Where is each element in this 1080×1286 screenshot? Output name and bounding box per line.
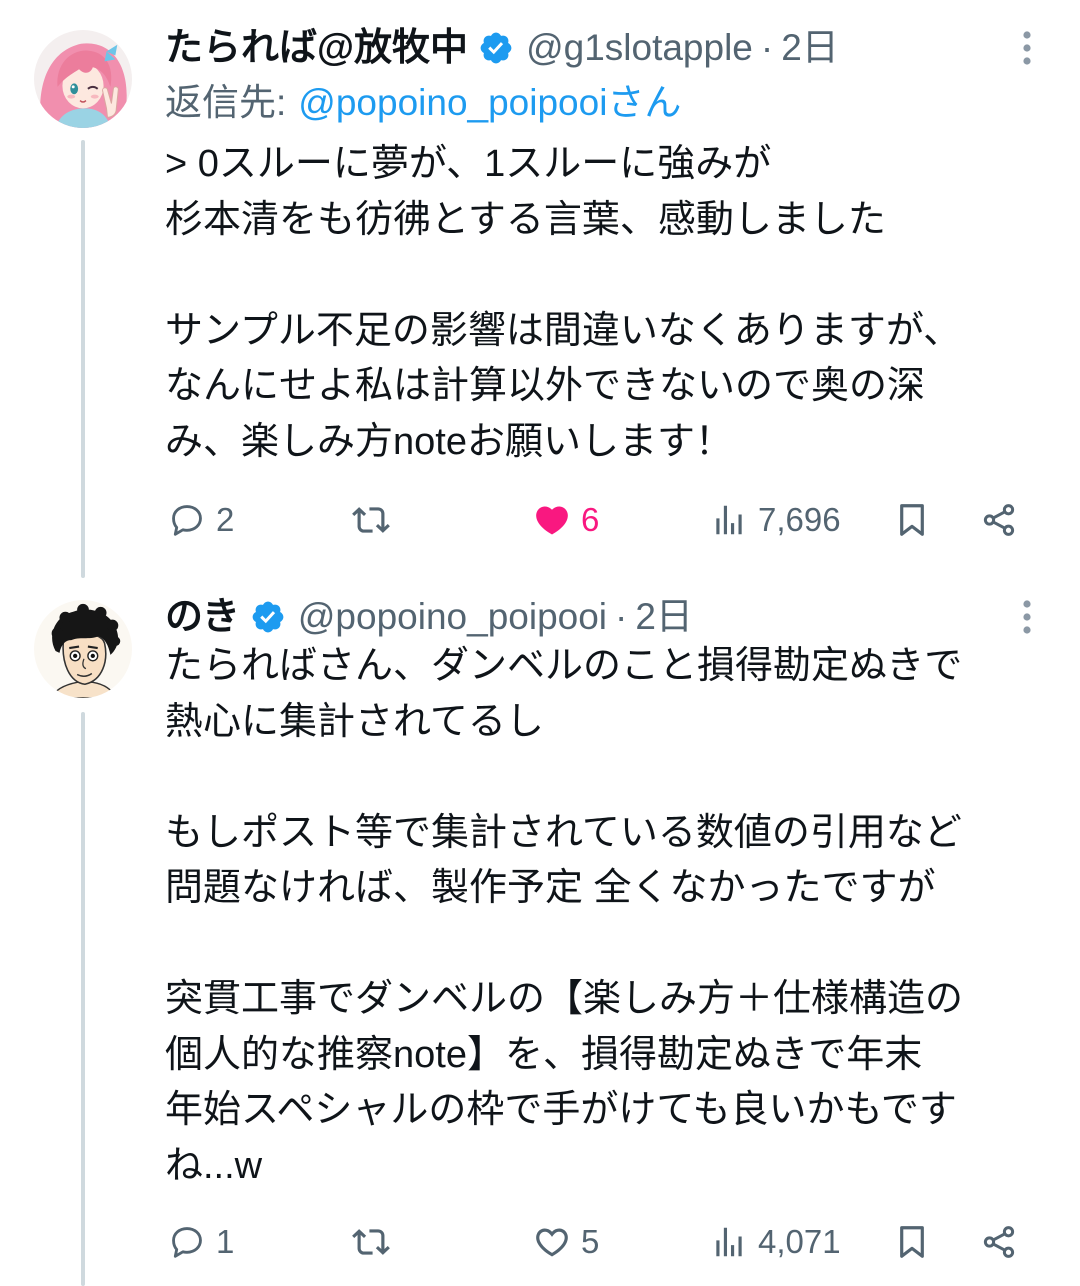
avatar[interactable] (34, 600, 132, 698)
tweet-actions: 2 6 7,696 (0, 494, 1080, 546)
text-line: ね...w (165, 1144, 263, 1187)
repost-button[interactable] (352, 494, 390, 546)
text-line: サンプル不足の影響は間違いなくありますが、 (165, 309, 962, 352)
share-icon (983, 1226, 1015, 1258)
like-button[interactable]: 5 (533, 1216, 599, 1268)
reply-count: 1 (216, 1223, 235, 1260)
tweet-paragraph: > 0スルーに夢が、1スルーに強みが 杉本清をも彷彿とする言葉、感動しました (165, 137, 1055, 248)
views-count: 7,696 (758, 501, 841, 538)
share-button[interactable] (980, 1216, 1018, 1268)
replying-to-handle-link[interactable]: @popoino_poipooiさん (298, 74, 681, 132)
tweet-text: > 0スルーに夢が、1スルーに強みが 杉本清をも彷彿とする言葉、感動しました サ… (165, 137, 1055, 470)
meta-separator: · (615, 596, 628, 637)
verified-badge-icon (480, 32, 512, 64)
bookmark-button[interactable] (893, 494, 931, 546)
more-vertical-icon (1023, 31, 1031, 65)
repost-icon (352, 1229, 390, 1255)
text-line: 杉本清をも彷彿とする言葉、感動しました (165, 198, 886, 241)
reply-button[interactable]: 2 (168, 494, 234, 546)
reply-count: 2 (216, 501, 235, 538)
timestamp[interactable]: 2日 (635, 587, 693, 647)
bookmark-icon (900, 1226, 924, 1258)
timestamp[interactable]: 2日 (781, 18, 839, 78)
tweet-paragraph: サンプル不足の影響は間違いなくありますが、 なんにせよ私は計算以外できないので奥… (165, 304, 1055, 471)
tweet-header: のき @popoino_poipooi · 2日 (165, 587, 995, 647)
tweet: たられば@放牧中 @g1slotapple · 2日 返信先: @popoino… (0, 0, 1080, 578)
tweet-text: たらればさん、ダンベルのこと損得勘定ぬきで 熱心に集計されてるし もしポスト等で… (165, 639, 1055, 1194)
like-count: 6 (581, 501, 600, 538)
tweet-paragraph: もしポスト等で集計されている数値の引用など 問題なければ、製作予定 全くなかった… (165, 806, 1055, 917)
views-count: 4,071 (758, 1223, 841, 1260)
like-count: 5 (581, 1223, 600, 1260)
reply-icon (172, 1227, 202, 1258)
views-button[interactable]: 7,696 (710, 494, 841, 546)
views-icon (716, 1227, 742, 1257)
heart-icon (536, 1228, 568, 1257)
text-line: もしポスト等で集計されている数値の引用など (165, 811, 962, 854)
replying-to-label: 返信先: (165, 82, 287, 123)
text-line: 突貫工事でダンベルの【楽しみ方＋仕様構造の (165, 978, 964, 1020)
reply-icon (172, 505, 202, 536)
like-button[interactable]: 6 (533, 494, 599, 546)
bookmark-icon (900, 504, 924, 536)
share-icon (983, 504, 1015, 536)
author-handle[interactable]: @g1slotapple (526, 18, 753, 78)
repost-icon (352, 507, 390, 533)
avatar-image (34, 30, 132, 128)
text-line: 熱心に集計されてるし (165, 700, 544, 743)
avatar[interactable] (34, 30, 132, 128)
text-line: 問題なければ、製作予定 全くなかったですが (165, 867, 936, 909)
text-line: み、楽しみ方noteお願いします！ (165, 420, 733, 463)
bookmark-button[interactable] (893, 1216, 931, 1268)
views-button[interactable]: 4,071 (710, 1216, 841, 1268)
verified-badge-icon (252, 601, 284, 633)
author-handle[interactable]: @popoino_poipooi (298, 587, 607, 647)
views-icon (716, 505, 742, 535)
thread-line (81, 712, 85, 1286)
text-line: 年始スペシャルの枠で手がけても良いかもです (165, 1089, 957, 1131)
tweet-paragraph: たらればさん、ダンベルのこと損得勘定ぬきで 熱心に集計されてるし (165, 639, 1055, 750)
repost-button[interactable] (352, 1216, 390, 1268)
author-name[interactable]: のき (165, 587, 240, 647)
more-options-button[interactable] (1010, 597, 1044, 637)
text-line: たらればさん、ダンベルのこと損得勘定ぬきで (165, 645, 963, 687)
replying-to: 返信先: @popoino_poipooiさん (165, 74, 1045, 132)
reply-button[interactable]: 1 (168, 1216, 234, 1268)
text-line: なんにせよ私は計算以外できないので奥の深 (165, 365, 926, 407)
more-options-button[interactable] (1010, 28, 1044, 68)
more-vertical-icon (1023, 600, 1031, 634)
tweet-paragraph: 突貫工事でダンベルの【楽しみ方＋仕様構造の 個人的な推察note】を、損得勘定ぬ… (165, 972, 1055, 1194)
tweet: のき @popoino_poipooi · 2日 たらればさん、ダンベルのこと損… (0, 578, 1080, 1286)
meta-separator: · (760, 27, 774, 68)
share-button[interactable] (980, 494, 1018, 546)
text-line: > 0スルーに夢が、1スルーに強みが (165, 143, 772, 185)
author-name[interactable]: たられば@放牧中 (165, 18, 468, 78)
avatar-image (34, 600, 132, 698)
tweet-header: たられば@放牧中 @g1slotapple · 2日 (165, 18, 995, 78)
heart-icon (536, 506, 568, 535)
text-line: 個人的な推察note】を、損得勘定ぬきで年末 (165, 1033, 923, 1076)
tweet-actions: 1 5 4,071 (0, 1216, 1080, 1268)
